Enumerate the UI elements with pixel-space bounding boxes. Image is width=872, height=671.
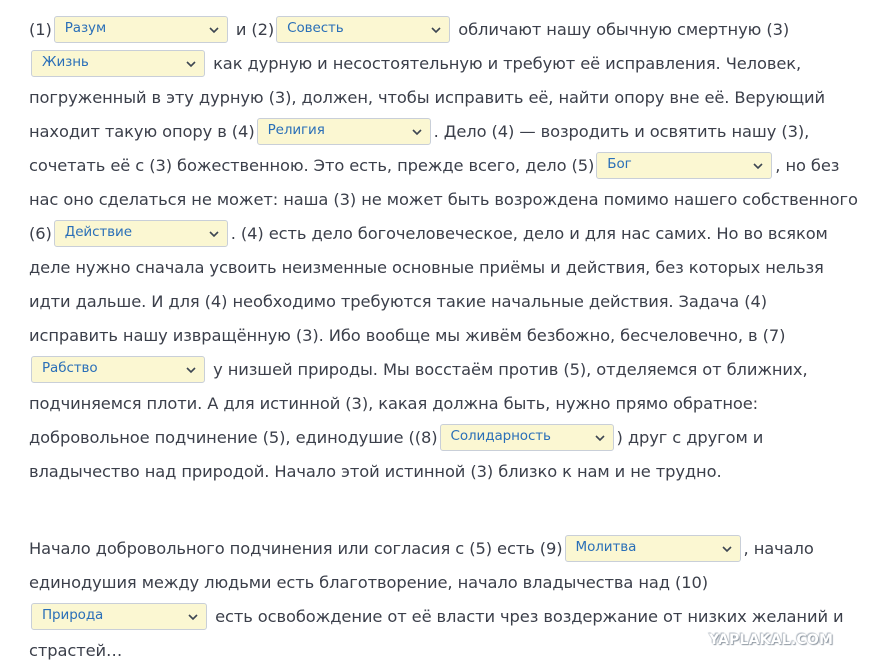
chevron-down-icon (185, 364, 197, 376)
text-fragment: (10) (675, 573, 709, 592)
dropdown-selected-value: Разум (64, 20, 107, 36)
chevron-down-icon (430, 24, 442, 36)
dropdown-selected-value: Совесть (287, 20, 344, 36)
text-fragment: и (2) (235, 20, 275, 39)
answer-dropdown-6[interactable]: Действие (53, 220, 228, 247)
watermark-logo: YAPLAKAL.COM (709, 632, 834, 648)
text-fragment: (7) (762, 326, 786, 345)
text-fragment: (3) (766, 20, 790, 39)
dropdown-selected-value: Молитва (575, 539, 637, 555)
dropdown-selected-value: Религия (267, 122, 325, 138)
answer-dropdown-7[interactable]: Рабство (31, 356, 205, 383)
answer-dropdown-1[interactable]: Разум (53, 16, 228, 43)
text-fragment: Начало добровольного подчинения или согл… (29, 539, 563, 558)
text-fragment: (5) (571, 156, 595, 175)
chevron-down-icon (594, 432, 606, 444)
dropdown-selected-value: Бог (607, 156, 632, 172)
dropdown-selected-value: Действие (64, 224, 132, 240)
exercise-paragraph-1: (1) Разум и (2) Совесть обличают нашу обыч… (29, 13, 859, 489)
chevron-down-icon (187, 611, 199, 623)
chevron-down-icon (185, 58, 197, 70)
text-fragment: (1) (29, 20, 52, 39)
dropdown-selected-value: Рабство (42, 360, 98, 376)
chevron-down-icon (411, 126, 423, 138)
answer-dropdown-10[interactable]: Природа (31, 603, 207, 630)
dropdown-selected-value: Жизнь (42, 54, 89, 70)
chevron-down-icon (752, 160, 764, 172)
answer-dropdown-4[interactable]: Религия (256, 118, 431, 145)
answer-dropdown-3[interactable]: Жизнь (31, 50, 205, 77)
answer-dropdown-5[interactable]: Бог (596, 152, 773, 179)
text-fragment: обличают нашу обычную смертную (458, 20, 762, 39)
answer-dropdown-9[interactable]: Молитва (564, 535, 741, 562)
answer-dropdown-8[interactable]: Солидарность (439, 424, 614, 451)
answer-dropdown-2[interactable]: Совесть (276, 16, 451, 43)
chevron-down-icon (208, 24, 220, 36)
chevron-down-icon (208, 228, 220, 240)
dropdown-selected-value: Природа (42, 607, 104, 623)
dropdown-selected-value: Солидарность (450, 428, 552, 444)
chevron-down-icon (721, 543, 733, 555)
